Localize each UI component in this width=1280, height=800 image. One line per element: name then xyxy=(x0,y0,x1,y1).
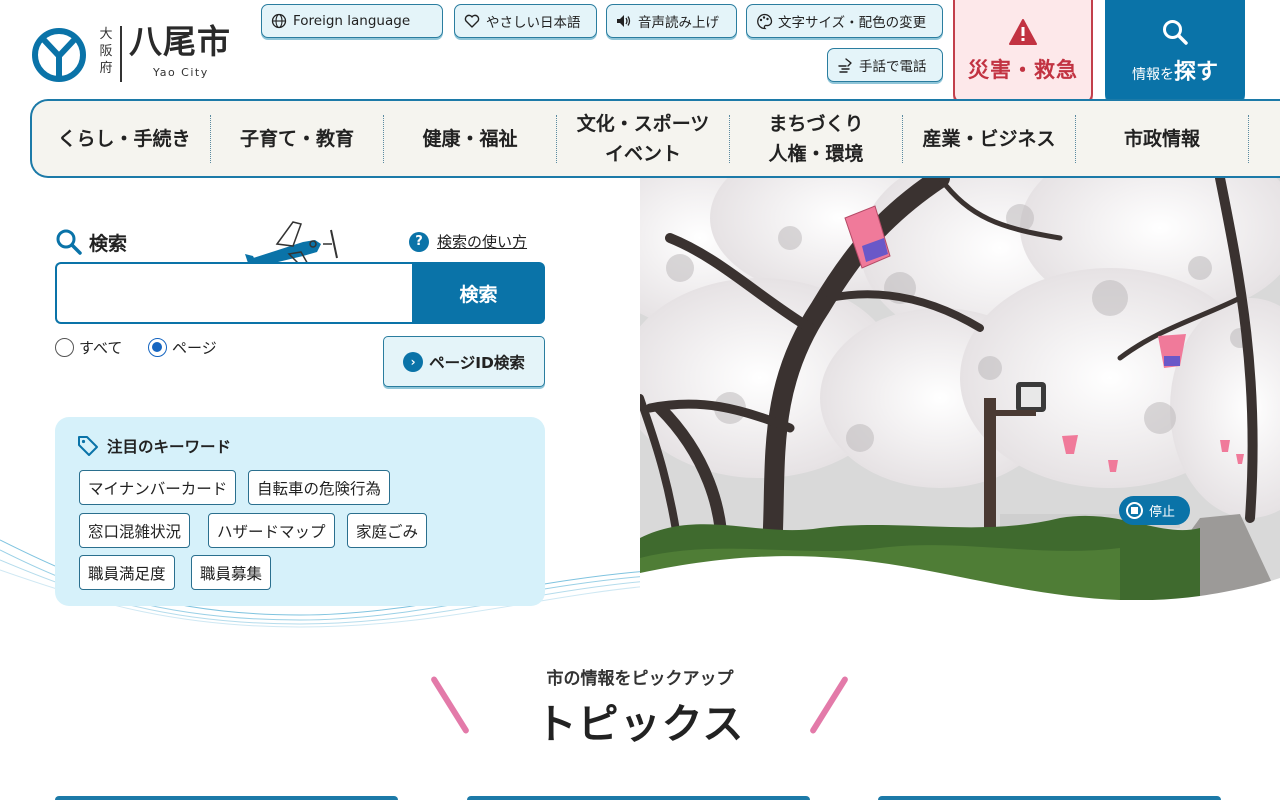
keyword-tag[interactable]: 窓口混雑状況 xyxy=(79,513,191,548)
hero-image xyxy=(640,178,1280,600)
font-color-settings-label: 文字サイズ・配色の変更 xyxy=(778,15,927,31)
nav-item-business[interactable]: 産業・ビジネス xyxy=(903,114,1076,163)
scope-page-radio[interactable]: ページ xyxy=(148,337,217,358)
search-button[interactable]: 検索 xyxy=(412,262,545,324)
nav-item-city-admin[interactable]: 市政情報 xyxy=(1076,114,1249,163)
keyword-tag[interactable]: 家庭ごみ xyxy=(347,513,428,548)
logo-english-name: Yao City xyxy=(153,66,209,79)
scope-all-radio[interactable]: すべて xyxy=(55,337,122,358)
scope-all-label: すべて xyxy=(79,339,123,357)
topic-card[interactable] xyxy=(467,796,810,800)
radio-unchecked-icon xyxy=(55,338,74,357)
keyword-tag[interactable]: 職員募集 xyxy=(191,555,272,590)
question-icon: ? xyxy=(409,231,429,252)
site-logo[interactable]: 大阪府 八尾市 Yao City xyxy=(32,22,242,88)
chevron-right-icon: › xyxy=(403,351,424,372)
globe-icon xyxy=(270,12,288,30)
tag-icon xyxy=(78,436,98,456)
easy-japanese-button[interactable]: やさしい日本語 xyxy=(454,4,597,38)
topic-card[interactable] xyxy=(55,796,398,800)
nav-item-childcare[interactable]: 子育て・教育 xyxy=(211,114,384,163)
keyword-tag[interactable]: マイナンバーカード xyxy=(79,470,237,505)
logo-prefecture: 大阪府 xyxy=(99,27,113,76)
palette-icon xyxy=(755,12,773,30)
emergency-button[interactable]: 災害・救急 xyxy=(953,0,1093,104)
topics-title: トピックス xyxy=(535,700,745,748)
sign-language-icon xyxy=(836,56,854,74)
nav-item-health[interactable]: 健康・福祉 xyxy=(384,114,557,163)
scope-page-label: ページ xyxy=(172,339,217,357)
sign-language-call-label: 手話で電話 xyxy=(859,59,927,75)
foreign-language-button[interactable]: Foreign language xyxy=(261,4,443,38)
sign-language-call-button[interactable]: 手話で電話 xyxy=(827,48,943,82)
nav-item-living[interactable]: くらし・手続き xyxy=(38,114,211,163)
topic-card[interactable] xyxy=(878,796,1221,800)
search-icon xyxy=(1163,20,1188,45)
find-info-button[interactable]: 情報を探す xyxy=(1105,0,1245,104)
search-input[interactable] xyxy=(55,262,413,324)
cherry-blossom-photo xyxy=(640,178,1280,600)
page-id-search-button[interactable]: › ページID検索 xyxy=(383,336,545,387)
page-id-search-label: ページID検索 xyxy=(429,353,525,372)
keyword-tag[interactable]: 自転車の危険行為 xyxy=(248,470,391,505)
global-nav: くらし・手続き 子育て・教育 健康・福祉 文化・スポーツ イベント まちづくり … xyxy=(30,99,1280,178)
keyword-tag[interactable]: 職員満足度 xyxy=(79,555,175,590)
speaker-icon xyxy=(615,12,633,30)
keyword-box: 注目のキーワード マイナンバーカード 自転車の危険行為 窓口混雑状況 ハザードマ… xyxy=(55,417,545,606)
find-label-small: 情報を xyxy=(1131,67,1174,83)
stop-icon xyxy=(1126,502,1143,519)
search-title: 検索 xyxy=(89,232,128,255)
find-label-big: 探す xyxy=(1173,60,1218,85)
warning-icon xyxy=(1009,19,1037,45)
topics-subtitle: 市の情報をピックアップ xyxy=(546,669,734,689)
search-icon xyxy=(56,229,82,255)
nav-item-culture[interactable]: 文化・スポーツ イベント xyxy=(557,113,730,165)
logo-city-name: 八尾市 xyxy=(129,22,231,61)
read-aloud-label: 音声読み上げ xyxy=(638,15,719,31)
keyword-tag[interactable]: ハザードマップ xyxy=(208,513,335,548)
logo-divider xyxy=(120,26,122,82)
keyword-title: 注目のキーワード xyxy=(107,438,232,456)
heart-icon xyxy=(463,12,481,30)
foreign-language-label: Foreign language xyxy=(293,13,411,29)
read-aloud-button[interactable]: 音声読み上げ xyxy=(606,4,737,38)
keyword-heading: 注目のキーワード xyxy=(77,435,231,457)
search-help-label: 検索の使い方 xyxy=(437,233,528,251)
city-emblem-icon xyxy=(32,28,86,82)
search-heading: 検索 xyxy=(55,228,127,256)
easy-japanese-label: やさしい日本語 xyxy=(486,15,581,31)
nav-item-town[interactable]: まちづくり 人権・環境 xyxy=(730,113,903,165)
font-color-settings-button[interactable]: 文字サイズ・配色の変更 xyxy=(746,4,943,38)
search-help-link[interactable]: ? 検索の使い方 xyxy=(409,231,527,252)
stop-label: 停止 xyxy=(1149,505,1176,520)
emergency-label: 災害・救急 xyxy=(968,58,1078,82)
radio-checked-icon xyxy=(148,338,167,357)
slideshow-stop-button[interactable]: 停止 xyxy=(1119,496,1190,525)
